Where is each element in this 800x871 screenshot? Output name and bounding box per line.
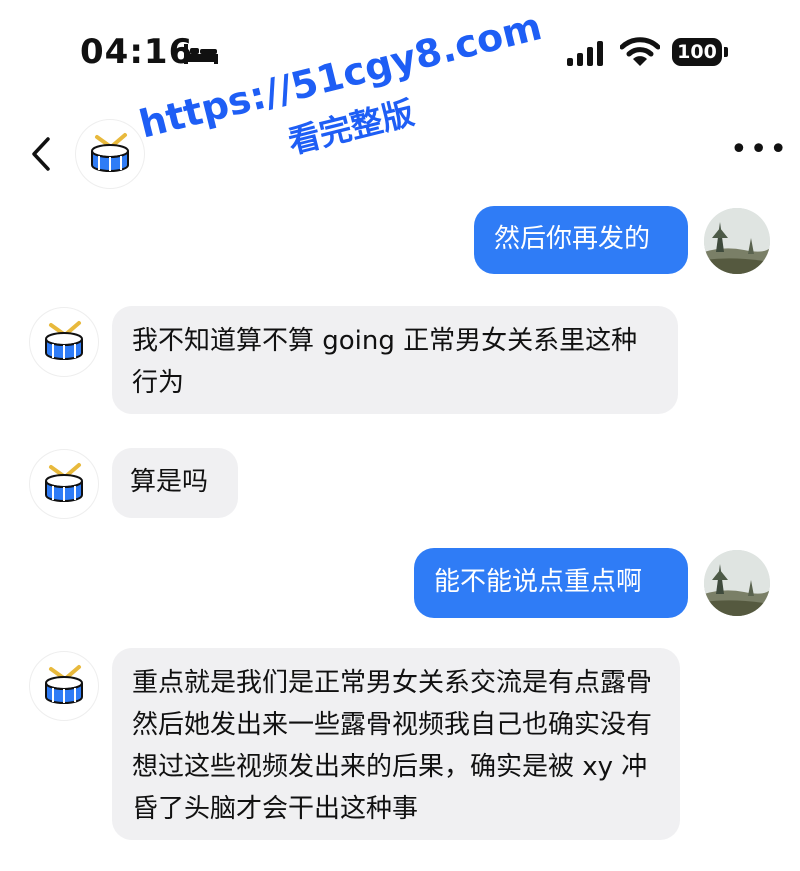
more-icon[interactable]: ••• [730, 135, 787, 168]
contact-avatar[interactable] [30, 652, 98, 720]
chat-header: ••• [0, 110, 800, 200]
user-avatar[interactable] [704, 208, 770, 274]
message-text: 我不知道算不算 going 正常男女关系里这种行为 [132, 326, 638, 398]
message-bubble-incoming[interactable]: 算是吗 [112, 448, 238, 518]
message-text: 能不能说点重点啊 [434, 567, 643, 597]
drum-icon [45, 665, 83, 704]
message-text: 算是吗 [130, 467, 209, 497]
drum-icon [91, 133, 129, 172]
battery-cap [724, 47, 728, 57]
message-bubble-outgoing[interactable]: 然后你再发的 [474, 206, 688, 274]
status-time: 04:16 [80, 32, 194, 72]
message-bubble-incoming[interactable]: 我不知道算不算 going 正常男女关系里这种行为 [112, 306, 678, 414]
battery-level: 100 [672, 38, 722, 66]
message-text: 然后你再发的 [494, 224, 651, 254]
contact-avatar[interactable] [30, 450, 98, 518]
message-bubble-outgoing[interactable]: 能不能说点重点啊 [414, 548, 688, 618]
message-bubble-incoming[interactable]: 重点就是我们是正常男女关系交流是有点露骨然后她发出来一些露骨视频我自己也确实没有… [112, 648, 680, 840]
landscape-photo-icon [704, 550, 770, 616]
back-icon[interactable] [28, 136, 54, 172]
battery-icon: 100 [672, 38, 728, 66]
status-bar: 04:16 100 [0, 0, 800, 100]
bed-icon [184, 44, 218, 64]
contact-avatar[interactable] [76, 120, 144, 188]
landscape-photo-icon [704, 208, 770, 274]
message-text: 重点就是我们是正常男女关系交流是有点露骨然后她发出来一些露骨视频我自己也确实没有… [132, 668, 653, 824]
user-avatar[interactable] [704, 550, 770, 616]
signal-icon [567, 41, 603, 66]
drum-icon [45, 321, 83, 360]
drum-icon [45, 463, 83, 502]
wifi-icon [620, 37, 660, 66]
contact-avatar[interactable] [30, 308, 98, 376]
